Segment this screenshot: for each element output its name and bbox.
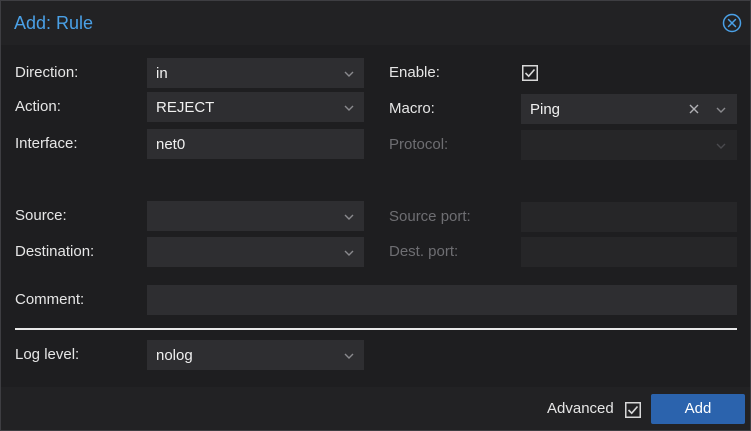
dialog-body: Direction: in Enable: Action: REJECT Mac… <box>1 45 750 387</box>
action-label: Action: <box>15 98 61 115</box>
dialog-title: Add: Rule <box>14 13 94 33</box>
advanced-label: Advanced <box>547 400 614 417</box>
dialog-footer: Advanced Add <box>1 387 750 430</box>
protocol-label: Protocol: <box>389 136 449 153</box>
chevron-down-icon <box>344 250 354 256</box>
chevron-down-icon <box>344 71 354 77</box>
source-port-label: Source port: <box>389 208 471 225</box>
action-value: REJECT <box>156 99 215 116</box>
chevron-down-icon <box>344 353 354 359</box>
source-label: Source: <box>15 207 67 224</box>
comment-label: Comment: <box>15 291 85 308</box>
action-select[interactable]: REJECT <box>147 92 364 122</box>
destination-label: Destination: <box>15 243 95 260</box>
dest-port-label: Dest. port: <box>389 243 459 260</box>
checkbox-checked-icon <box>625 402 641 418</box>
add-rule-dialog: Add: Rule Direction: in Enable: Action: <box>0 0 751 431</box>
dialog-header: Add: Rule <box>1 1 750 45</box>
close-circle-icon <box>722 13 742 33</box>
macro-label: Macro: <box>389 100 435 117</box>
dest-port-input <box>521 237 737 267</box>
source-port-input <box>521 202 737 232</box>
enable-checkbox[interactable] <box>522 65 538 81</box>
direction-label: Direction: <box>15 64 79 81</box>
protocol-select <box>521 130 737 160</box>
macro-value: Ping <box>530 101 561 118</box>
log-level-value: nolog <box>156 347 193 364</box>
chevron-down-icon <box>344 214 354 220</box>
log-level-label: Log level: <box>15 346 80 363</box>
direction-select[interactable]: in <box>147 58 364 88</box>
close-button[interactable] <box>722 13 742 33</box>
log-level-select[interactable]: nolog <box>147 340 364 370</box>
destination-select[interactable] <box>147 237 364 267</box>
add-button[interactable]: Add <box>651 394 745 424</box>
interface-input[interactable]: net0 <box>147 129 364 159</box>
chevron-down-icon <box>716 143 726 149</box>
source-select[interactable] <box>147 201 364 231</box>
interface-label: Interface: <box>15 135 78 152</box>
form-separator <box>15 328 737 330</box>
direction-value: in <box>156 65 168 82</box>
chevron-down-icon <box>344 105 354 111</box>
checkbox-checked-icon <box>522 65 538 81</box>
interface-value: net0 <box>156 136 186 153</box>
clear-x-icon[interactable] <box>688 103 700 115</box>
enable-label: Enable: <box>389 64 440 81</box>
comment-input[interactable] <box>147 285 737 315</box>
advanced-checkbox[interactable] <box>625 402 641 418</box>
chevron-down-icon <box>716 107 726 113</box>
macro-select[interactable]: Ping <box>521 94 737 124</box>
